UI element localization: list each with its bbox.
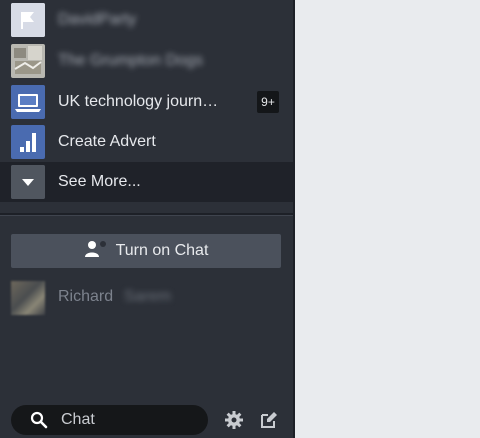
notification-badge: 9+ <box>257 91 279 113</box>
page-thumbnail-icon <box>11 44 45 78</box>
contact-last-name: Sarem <box>124 288 172 305</box>
search-icon <box>30 411 48 434</box>
person-status-icon <box>84 240 106 263</box>
see-more-button[interactable]: See More... <box>0 162 293 202</box>
turn-on-chat-label: Turn on Chat <box>115 242 209 259</box>
chat-search-input[interactable]: Chat <box>11 405 208 435</box>
main-content-area <box>295 0 480 438</box>
chevron-down-icon <box>11 165 45 199</box>
section-divider-highlight <box>0 215 293 216</box>
shortcut-label: The Grumpton Dogs <box>58 52 203 69</box>
shortcut-label: Create Advert <box>58 133 156 150</box>
shortcut-label: UK technology journ… <box>58 93 219 110</box>
see-more-label: See More... <box>58 173 141 190</box>
flag-icon <box>11 3 45 37</box>
shortcut-item-1[interactable]: DavidParty <box>0 0 293 40</box>
bar-chart-icon <box>11 125 45 159</box>
compose-icon[interactable] <box>259 410 279 430</box>
gear-icon[interactable] <box>224 410 244 430</box>
left-sidebar: DavidParty The Grumpton Dogs UK technolo… <box>0 0 293 438</box>
avatar <box>11 281 45 315</box>
contact-first-name: Richard <box>58 288 114 305</box>
shortcut-item-create-advert[interactable]: Create Advert <box>0 122 293 162</box>
chat-bottom-bar: Chat <box>0 398 293 438</box>
chat-search-placeholder: Chat <box>61 411 95 428</box>
chat-contact-item[interactable]: Richard Sarem <box>0 280 293 316</box>
shortcut-label: DavidParty <box>58 11 137 28</box>
shortcut-item-2[interactable]: The Grumpton Dogs <box>0 41 293 81</box>
shortcut-item-uk-technology[interactable]: UK technology journ… 9+ <box>0 82 293 122</box>
laptop-icon <box>11 85 45 119</box>
turn-on-chat-button[interactable]: Turn on Chat <box>11 234 281 268</box>
